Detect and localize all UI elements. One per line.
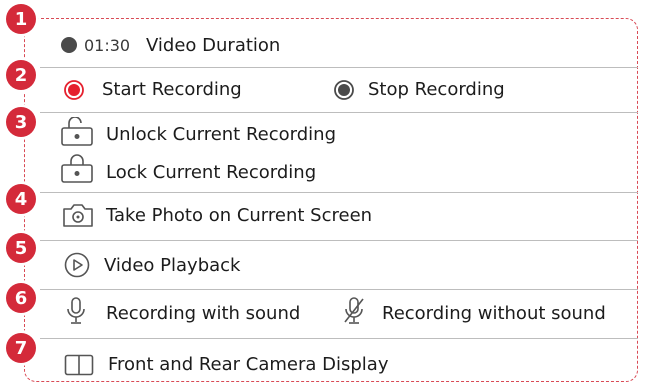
take-photo-label: Take Photo on Current Screen	[106, 205, 373, 226]
badge-2: 2	[6, 60, 36, 90]
badge-7: 7	[6, 333, 36, 363]
video-playback-label: Video Playback	[104, 255, 241, 276]
start-record-icon	[64, 80, 84, 100]
divider	[40, 192, 638, 193]
lock-icon	[61, 154, 93, 183]
unlock-icon	[61, 117, 93, 146]
play-icon	[64, 252, 90, 278]
start-recording-label: Start Recording	[102, 79, 242, 100]
unlock-label: Unlock Current Recording	[106, 124, 336, 145]
recording-dot-icon	[61, 37, 77, 53]
camera-display-label: Front and Rear Camera Display	[108, 354, 389, 375]
badge-3: 3	[6, 107, 36, 137]
badge-1: 1	[6, 4, 36, 34]
divider	[40, 289, 638, 290]
divider	[40, 240, 638, 241]
badge-5: 5	[6, 233, 36, 263]
lock-label: Lock Current Recording	[106, 162, 317, 183]
badge-6: 6	[6, 283, 36, 313]
stop-recording-label: Stop Recording	[368, 79, 505, 100]
camera-icon	[63, 204, 93, 227]
sound-off-label: Recording without sound	[382, 303, 606, 324]
divider	[40, 67, 638, 68]
legend-frame	[24, 18, 638, 382]
divider	[40, 338, 638, 339]
microphone-muted-icon	[344, 297, 364, 324]
stop-record-icon	[334, 80, 354, 100]
badge-4: 4	[6, 184, 36, 214]
duration-label: Video Duration	[146, 35, 281, 56]
sound-on-label: Recording with sound	[106, 303, 301, 324]
split-screen-icon	[64, 354, 94, 376]
divider	[40, 112, 638, 113]
duration-time: 01:30	[84, 36, 131, 55]
microphone-icon	[67, 297, 85, 324]
